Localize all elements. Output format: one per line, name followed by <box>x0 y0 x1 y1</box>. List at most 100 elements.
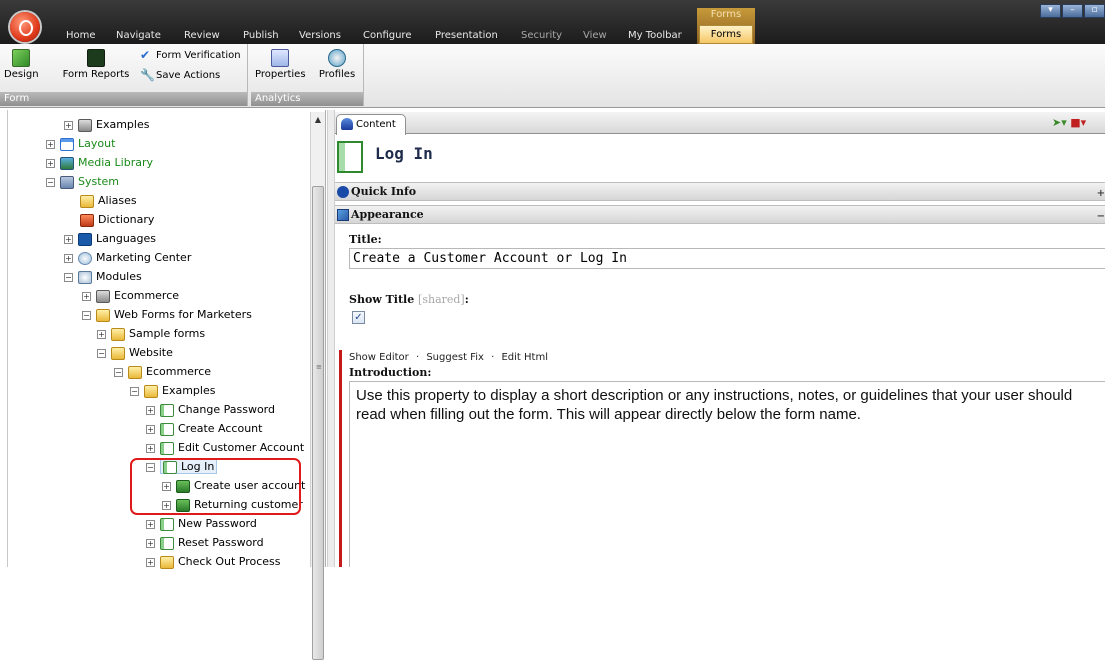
section-appearance-label: Appearance <box>351 208 424 221</box>
expand-icon[interactable]: + <box>146 519 155 529</box>
folder-icon <box>96 308 110 322</box>
introduction-field[interactable]: Use this property to display a short des… <box>349 381 1105 567</box>
collapse-icon[interactable]: − <box>114 367 123 377</box>
scrollbar-thumb[interactable]: ≡ <box>312 186 324 660</box>
language-flag-icon[interactable]: ■▾ <box>1070 116 1086 129</box>
tree-node-label: Dictionary <box>98 213 155 226</box>
collapse-icon[interactable]: − <box>130 386 139 396</box>
menu-home[interactable]: Home <box>66 30 96 41</box>
expand-icon[interactable]: + <box>146 538 155 548</box>
profiles-button[interactable]: Profiles <box>317 49 357 80</box>
language-icon <box>78 232 92 246</box>
form-reports-button[interactable]: Form Reports <box>62 49 130 80</box>
tree-node-label: Examples <box>162 384 216 397</box>
expand-icon[interactable]: + <box>64 120 73 130</box>
expand-icon[interactable]: + <box>146 424 155 434</box>
expand-icon[interactable]: + <box>146 557 155 567</box>
tree-node-media-library[interactable]: + Media Library <box>46 154 153 172</box>
form-verification-button[interactable]: ✔ Form Verification <box>140 49 241 61</box>
tree-node-check-out-process[interactable]: + Check Out Process <box>146 553 281 571</box>
section-appearance[interactable]: Appearance − <box>335 205 1105 224</box>
form-reports-label: Form Reports <box>62 69 130 80</box>
save-actions-button[interactable]: 🔧Save Actions <box>140 69 220 81</box>
tree-node-layout[interactable]: + Layout <box>46 135 115 153</box>
title-field[interactable]: Create a Customer Account or Log In <box>349 248 1105 269</box>
expand-icon[interactable]: + <box>64 253 73 263</box>
tree-scrollbar[interactable]: ▲ ≡ <box>310 112 325 660</box>
folder-icon <box>128 365 142 379</box>
form-reports-icon <box>87 49 105 67</box>
collapse-icon[interactable]: − <box>97 348 106 358</box>
wrench-icon: 🔧 <box>140 68 155 82</box>
menu-versions[interactable]: Versions <box>299 30 341 41</box>
tree-node-languages[interactable]: + Languages <box>64 230 156 248</box>
tab-forms[interactable]: Forms <box>699 25 753 44</box>
expand-icon[interactable]: + <box>146 443 155 453</box>
tree-node-sample-forms[interactable]: + Sample forms <box>97 325 205 343</box>
menu-security[interactable]: Security <box>521 30 562 41</box>
show-title-checkbox[interactable]: ✓ <box>352 311 365 324</box>
menu-presentation[interactable]: Presentation <box>435 30 498 41</box>
tree-node-aliases[interactable]: Aliases <box>80 192 137 210</box>
menu-navigate[interactable]: Navigate <box>116 30 161 41</box>
save-actions-label: Save Actions <box>156 70 221 81</box>
menu-configure[interactable]: Configure <box>363 30 411 41</box>
expand-icon[interactable]: + <box>82 291 91 301</box>
tree-node-system[interactable]: − System <box>46 173 119 191</box>
tree-node-web-forms-for-marketers[interactable]: − Web Forms for Marketers <box>82 306 252 324</box>
tree-node-ecommerce-folder[interactable]: − Ecommerce <box>114 363 211 381</box>
tree-node-label: New Password <box>178 517 257 530</box>
expand-icon[interactable]: + <box>64 234 73 244</box>
tree-node-create-account[interactable]: + Create Account <box>146 420 262 438</box>
menu-view[interactable]: View <box>583 30 607 41</box>
show-editor-link[interactable]: Show Editor <box>349 352 409 363</box>
expand-icon[interactable]: + <box>46 158 55 168</box>
tree-node-reset-password[interactable]: + Reset Password <box>146 534 264 552</box>
show-title-field-label: Show Title [shared]: <box>349 293 469 306</box>
tree-node-dictionary[interactable]: Dictionary <box>80 211 154 229</box>
tree-node-marketing-center[interactable]: + Marketing Center <box>64 249 191 267</box>
scroll-up-icon[interactable]: ▲ <box>311 112 325 128</box>
expand-icon[interactable]: + <box>146 405 155 415</box>
tree-node-new-password[interactable]: + New Password <box>146 515 257 533</box>
tree-node-modules[interactable]: − Modules <box>64 268 142 286</box>
expand-icon[interactable]: + <box>46 139 55 149</box>
expand-icon[interactable]: + <box>97 329 106 339</box>
tree-node-label: Web Forms for Marketers <box>114 308 252 321</box>
collapse-icon[interactable]: − <box>46 177 55 187</box>
pane-edge <box>7 110 8 567</box>
show-title-label-text: Show Title <box>349 293 415 306</box>
editor-links: Show Editor · Suggest Fix · Edit Html <box>349 352 548 363</box>
tree-node-change-password[interactable]: + Change Password <box>146 401 275 419</box>
tree-node-examples[interactable]: + Examples <box>64 116 149 134</box>
navigate-icon[interactable]: ➤▾ <box>1052 116 1067 129</box>
properties-button[interactable]: Properties <box>255 49 306 80</box>
minimize-icon[interactable]: – <box>1062 4 1083 18</box>
suggest-fix-link[interactable]: Suggest Fix <box>426 352 484 363</box>
tree-node-label: Languages <box>96 232 157 245</box>
tab-content[interactable]: Content <box>336 114 406 135</box>
form-icon <box>160 422 174 436</box>
folder-icon <box>111 327 125 341</box>
tree-node-website[interactable]: − Website <box>97 344 173 362</box>
menu-publish[interactable]: Publish <box>243 30 279 41</box>
collapse-section-icon[interactable]: − <box>1097 208 1105 225</box>
restore-icon[interactable]: ▫ <box>1084 4 1105 18</box>
tree-node-edit-customer-account[interactable]: + Edit Customer Account <box>146 439 304 457</box>
layout-icon <box>60 137 74 151</box>
tree-node-label: Aliases <box>98 194 137 207</box>
validation-bar <box>339 350 342 567</box>
tree-node-ecommerce-module[interactable]: + Ecommerce <box>82 287 179 305</box>
tree-node-examples-folder[interactable]: − Examples <box>130 382 215 400</box>
menu-my-toolbar[interactable]: My Toolbar <box>628 30 682 41</box>
pane-splitter[interactable] <box>327 110 335 567</box>
expand-section-icon[interactable]: + <box>1097 185 1105 202</box>
section-quick-info[interactable]: Quick Info + <box>335 182 1105 201</box>
application-orb-button[interactable] <box>10 12 40 42</box>
design-button[interactable]: Design <box>4 49 39 80</box>
collapse-icon[interactable]: − <box>64 272 73 282</box>
edit-html-link[interactable]: Edit Html <box>501 352 548 363</box>
collapse-icon[interactable]: − <box>82 310 91 320</box>
menu-review[interactable]: Review <box>184 30 220 41</box>
dropdown-icon[interactable]: ▾ <box>1040 4 1061 18</box>
